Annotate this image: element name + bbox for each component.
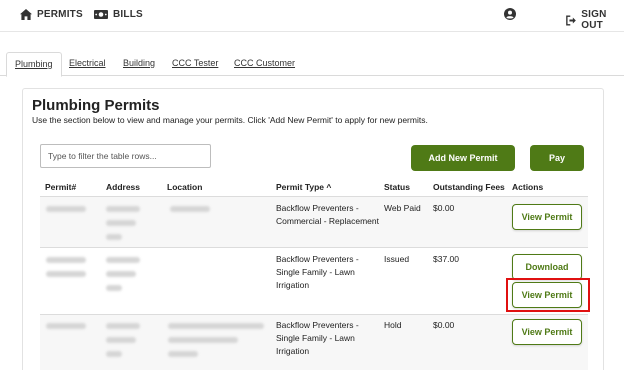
tab-plumbing[interactable]: Plumbing — [6, 52, 62, 77]
status-cell: Hold — [384, 320, 402, 330]
nav-bills-label: BILLS — [113, 9, 143, 20]
pay-button[interactable]: Pay — [530, 145, 584, 171]
nav-sign-out[interactable]: SIGN OUT — [566, 9, 624, 31]
redacted-address — [106, 271, 136, 277]
table-filter-input[interactable] — [40, 144, 211, 168]
column-header-permit-type[interactable]: Permit Type ^ — [276, 182, 331, 192]
redacted-location — [170, 206, 210, 212]
redacted-address — [106, 220, 136, 226]
download-button[interactable]: Download — [512, 254, 582, 280]
tab-building[interactable]: Building — [115, 52, 163, 76]
column-header-outstanding-fees[interactable]: Outstanding Fees — [433, 182, 505, 192]
permit-type-cell: Backflow Preventers - Commercial - Repla… — [276, 202, 379, 228]
sign-out-icon — [566, 15, 576, 25]
redacted-address — [106, 206, 140, 212]
status-cell: Issued — [384, 254, 410, 264]
redacted-address — [106, 257, 140, 263]
permit-type-line: Commercial - Replacement — [276, 216, 379, 226]
view-permit-button[interactable]: View Permit — [512, 204, 582, 230]
money-bill-icon — [94, 10, 108, 19]
redacted-location — [168, 351, 198, 357]
redacted-location — [168, 337, 238, 343]
view-permit-button[interactable]: View Permit — [512, 319, 582, 345]
permit-type-cell: Backflow Preventers - Single Family - La… — [276, 319, 359, 358]
tab-ccc-customer[interactable]: CCC Customer — [226, 52, 303, 76]
column-header-status[interactable]: Status — [384, 182, 410, 192]
fees-cell: $37.00 — [433, 254, 459, 264]
redacted-address — [106, 285, 122, 291]
tab-ccc-tester[interactable]: CCC Tester — [164, 52, 226, 76]
account-button[interactable] — [504, 8, 516, 20]
column-header-actions: Actions — [512, 182, 544, 192]
permit-type-line: Single Family - Lawn — [276, 267, 355, 277]
home-icon — [20, 9, 32, 20]
redacted-address — [106, 351, 122, 357]
top-nav: PERMITS BILLS SIGN OUT — [0, 0, 624, 32]
redacted-address — [106, 234, 122, 240]
permit-tabs: Plumbing Electrical Building CCC Tester … — [0, 52, 624, 77]
column-header-permit[interactable]: Permit# — [45, 182, 76, 192]
column-header-location[interactable]: Location — [167, 182, 202, 192]
redacted-permit-number — [46, 206, 86, 212]
nav-permits[interactable]: PERMITS — [20, 9, 83, 20]
fees-cell: $0.00 — [433, 203, 455, 213]
permit-type-line: Irrigation — [276, 280, 310, 290]
add-new-permit-button[interactable]: Add New Permit — [411, 145, 515, 171]
page-title: Plumbing Permits — [32, 97, 160, 114]
row-divider — [40, 247, 588, 248]
nav-permits-label: PERMITS — [37, 9, 83, 20]
tab-electrical[interactable]: Electrical — [61, 52, 114, 76]
user-circle-icon — [504, 8, 516, 20]
permit-type-line: Backflow Preventers - — [276, 203, 359, 213]
redacted-permit-number — [46, 271, 86, 277]
nav-sign-out-label: SIGN OUT — [581, 9, 607, 31]
permit-type-line: Backflow Preventers - — [276, 254, 359, 264]
column-header-address[interactable]: Address — [106, 182, 140, 192]
page-subtitle: Use the section below to view and manage… — [32, 115, 428, 125]
redacted-permit-number — [46, 323, 86, 329]
permit-type-line: Irrigation — [276, 346, 310, 356]
status-cell: Web Paid — [384, 203, 421, 213]
highlight-box — [506, 278, 590, 312]
nav-bills[interactable]: BILLS — [94, 9, 143, 20]
permit-type-line: Backflow Preventers - — [276, 320, 359, 330]
redacted-address — [106, 323, 140, 329]
redacted-location — [168, 323, 264, 329]
permit-type-cell: Backflow Preventers - Single Family - La… — [276, 253, 359, 292]
permit-type-line: Single Family - Lawn — [276, 333, 355, 343]
redacted-address — [106, 337, 136, 343]
redacted-permit-number — [46, 257, 86, 263]
fees-cell: $0.00 — [433, 320, 455, 330]
